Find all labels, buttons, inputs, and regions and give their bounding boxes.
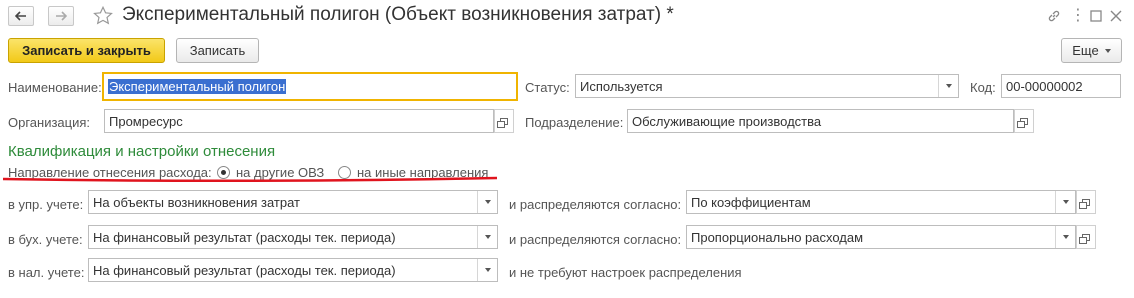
save-button[interactable]: Записать bbox=[176, 38, 259, 63]
division-open-button[interactable] bbox=[1014, 109, 1034, 133]
accounting-select[interactable]: На финансовый результат (расходы тек. пе… bbox=[88, 225, 498, 249]
mgmt-accounting-label: в упр. учете: bbox=[8, 197, 84, 212]
accounting-distribution-value: Пропорционально расходам bbox=[691, 230, 864, 245]
accounting-distribution-dropdown[interactable] bbox=[1055, 226, 1075, 248]
code-label: Код: bbox=[970, 80, 996, 95]
open-icon bbox=[1079, 233, 1090, 244]
organization-label: Организация: bbox=[8, 115, 91, 130]
name-value: Экспериментальный полигон bbox=[108, 79, 287, 94]
maximize-icon[interactable] bbox=[1088, 8, 1104, 24]
more-label: Еще bbox=[1072, 43, 1099, 58]
link-icon[interactable] bbox=[1046, 8, 1062, 24]
save-and-close-label: Записать и закрыть bbox=[22, 43, 151, 58]
status-dropdown-button[interactable] bbox=[938, 75, 958, 97]
chevron-down-icon bbox=[484, 268, 491, 272]
accounting-distribution-select[interactable]: Пропорционально расходам bbox=[686, 225, 1076, 249]
arrow-right-icon bbox=[56, 11, 67, 21]
mgmt-distribution-dropdown[interactable] bbox=[1055, 191, 1075, 213]
mgmt-accounting-value: На объекты возникновения затрат bbox=[93, 195, 300, 210]
back-button[interactable] bbox=[8, 6, 34, 26]
more-menu-icon[interactable]: ⋮ bbox=[1070, 8, 1086, 24]
open-icon bbox=[497, 117, 508, 128]
mgmt-accounting-select[interactable]: На объекты возникновения затрат bbox=[88, 190, 498, 214]
accounting-value: На финансовый результат (расходы тек. пе… bbox=[93, 230, 396, 245]
status-select[interactable]: Используется bbox=[575, 74, 959, 98]
chevron-down-icon bbox=[484, 200, 491, 204]
arrow-left-icon bbox=[15, 11, 26, 21]
mgmt-accounting-dropdown[interactable] bbox=[477, 191, 497, 213]
status-label: Статус: bbox=[525, 80, 570, 95]
accounting-distribution-label: и распределяются согласно: bbox=[509, 232, 682, 247]
tax-accounting-label: в нал. учете: bbox=[8, 265, 85, 280]
tax-note: и не требуют настроек распределения bbox=[509, 265, 742, 280]
close-icon[interactable] bbox=[1108, 8, 1124, 24]
mgmt-distribution-label: и распределяются согласно: bbox=[509, 197, 682, 212]
mgmt-distribution-open-button[interactable] bbox=[1076, 190, 1096, 214]
tax-accounting-value: На финансовый результат (расходы тек. пе… bbox=[93, 263, 396, 278]
chevron-down-icon bbox=[1062, 235, 1069, 239]
section-title: Квалификация и настройки отнесения bbox=[8, 143, 276, 160]
chevron-down-icon bbox=[945, 84, 952, 88]
status-value: Используется bbox=[580, 79, 663, 94]
organization-field[interactable]: Промресурс bbox=[104, 109, 494, 133]
name-label: Наименование: bbox=[8, 80, 102, 95]
chevron-down-icon bbox=[1104, 48, 1111, 53]
code-field[interactable]: 00-00000002 bbox=[1001, 74, 1121, 98]
mgmt-distribution-value: По коэффициентам bbox=[691, 195, 811, 210]
accounting-distribution-open-button[interactable] bbox=[1076, 225, 1096, 249]
organization-value: Промресурс bbox=[109, 114, 183, 129]
division-label: Подразделение: bbox=[525, 115, 624, 130]
save-label: Записать bbox=[189, 43, 246, 58]
name-field[interactable]: Экспериментальный полигон bbox=[102, 72, 518, 101]
organization-open-button[interactable] bbox=[494, 109, 514, 133]
accounting-label: в бух. учете: bbox=[8, 232, 83, 247]
window-title: Экспериментальный полигон (Объект возник… bbox=[122, 4, 674, 25]
annotation-underline bbox=[2, 176, 498, 183]
save-and-close-button[interactable]: Записать и закрыть bbox=[8, 38, 165, 63]
chevron-down-icon bbox=[1062, 200, 1069, 204]
division-field[interactable]: Обслуживающие производства bbox=[627, 109, 1014, 133]
accounting-dropdown[interactable] bbox=[477, 226, 497, 248]
more-button[interactable]: Еще bbox=[1061, 38, 1122, 63]
favorite-star-icon[interactable] bbox=[92, 5, 114, 30]
division-value: Обслуживающие производства bbox=[632, 114, 822, 129]
open-icon bbox=[1017, 117, 1028, 128]
open-icon bbox=[1079, 198, 1090, 209]
code-value: 00-00000002 bbox=[1006, 79, 1083, 94]
mgmt-distribution-select[interactable]: По коэффициентам bbox=[686, 190, 1076, 214]
forward-button[interactable] bbox=[48, 6, 74, 26]
chevron-down-icon bbox=[484, 235, 491, 239]
tax-accounting-select[interactable]: На финансовый результат (расходы тек. пе… bbox=[88, 258, 498, 282]
tax-accounting-dropdown[interactable] bbox=[477, 259, 497, 281]
